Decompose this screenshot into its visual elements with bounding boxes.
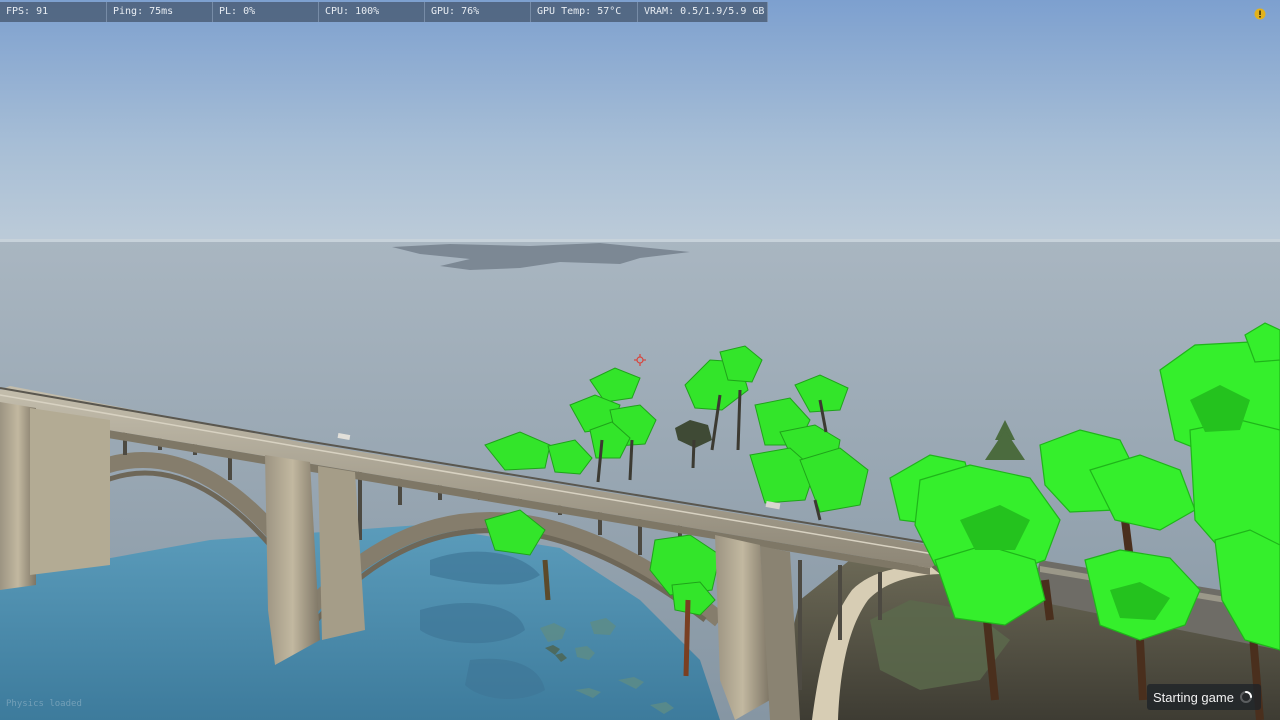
fps-readout: FPS: 91: [0, 2, 107, 22]
warning-icon: [1254, 8, 1266, 20]
loading-toast: Starting game: [1147, 684, 1261, 710]
gpu-readout: GPU: 76%: [425, 2, 531, 22]
cpu-readout: CPU: 100%: [319, 2, 425, 22]
crosshair-icon: [634, 354, 646, 366]
packet-loss-readout: PL: 0%: [213, 2, 319, 22]
sky: [0, 0, 1280, 242]
performance-overlay: FPS: 91 Ping: 75ms PL: 0% CPU: 100% GPU:…: [0, 2, 768, 22]
debug-watermark: Physics loaded: [6, 699, 82, 709]
loading-label: Starting game: [1153, 689, 1234, 705]
vram-readout: VRAM: 0.5/1.9/5.9 GB: [638, 2, 768, 22]
spinner-icon: [1240, 691, 1252, 703]
ping-readout: Ping: 75ms: [107, 2, 213, 22]
gpu-temp-readout: GPU Temp: 57°C: [531, 2, 638, 22]
horizon-line: [0, 239, 1280, 242]
game-viewport[interactable]: FPS: 91 Ping: 75ms PL: 0% CPU: 100% GPU:…: [0, 0, 1280, 720]
